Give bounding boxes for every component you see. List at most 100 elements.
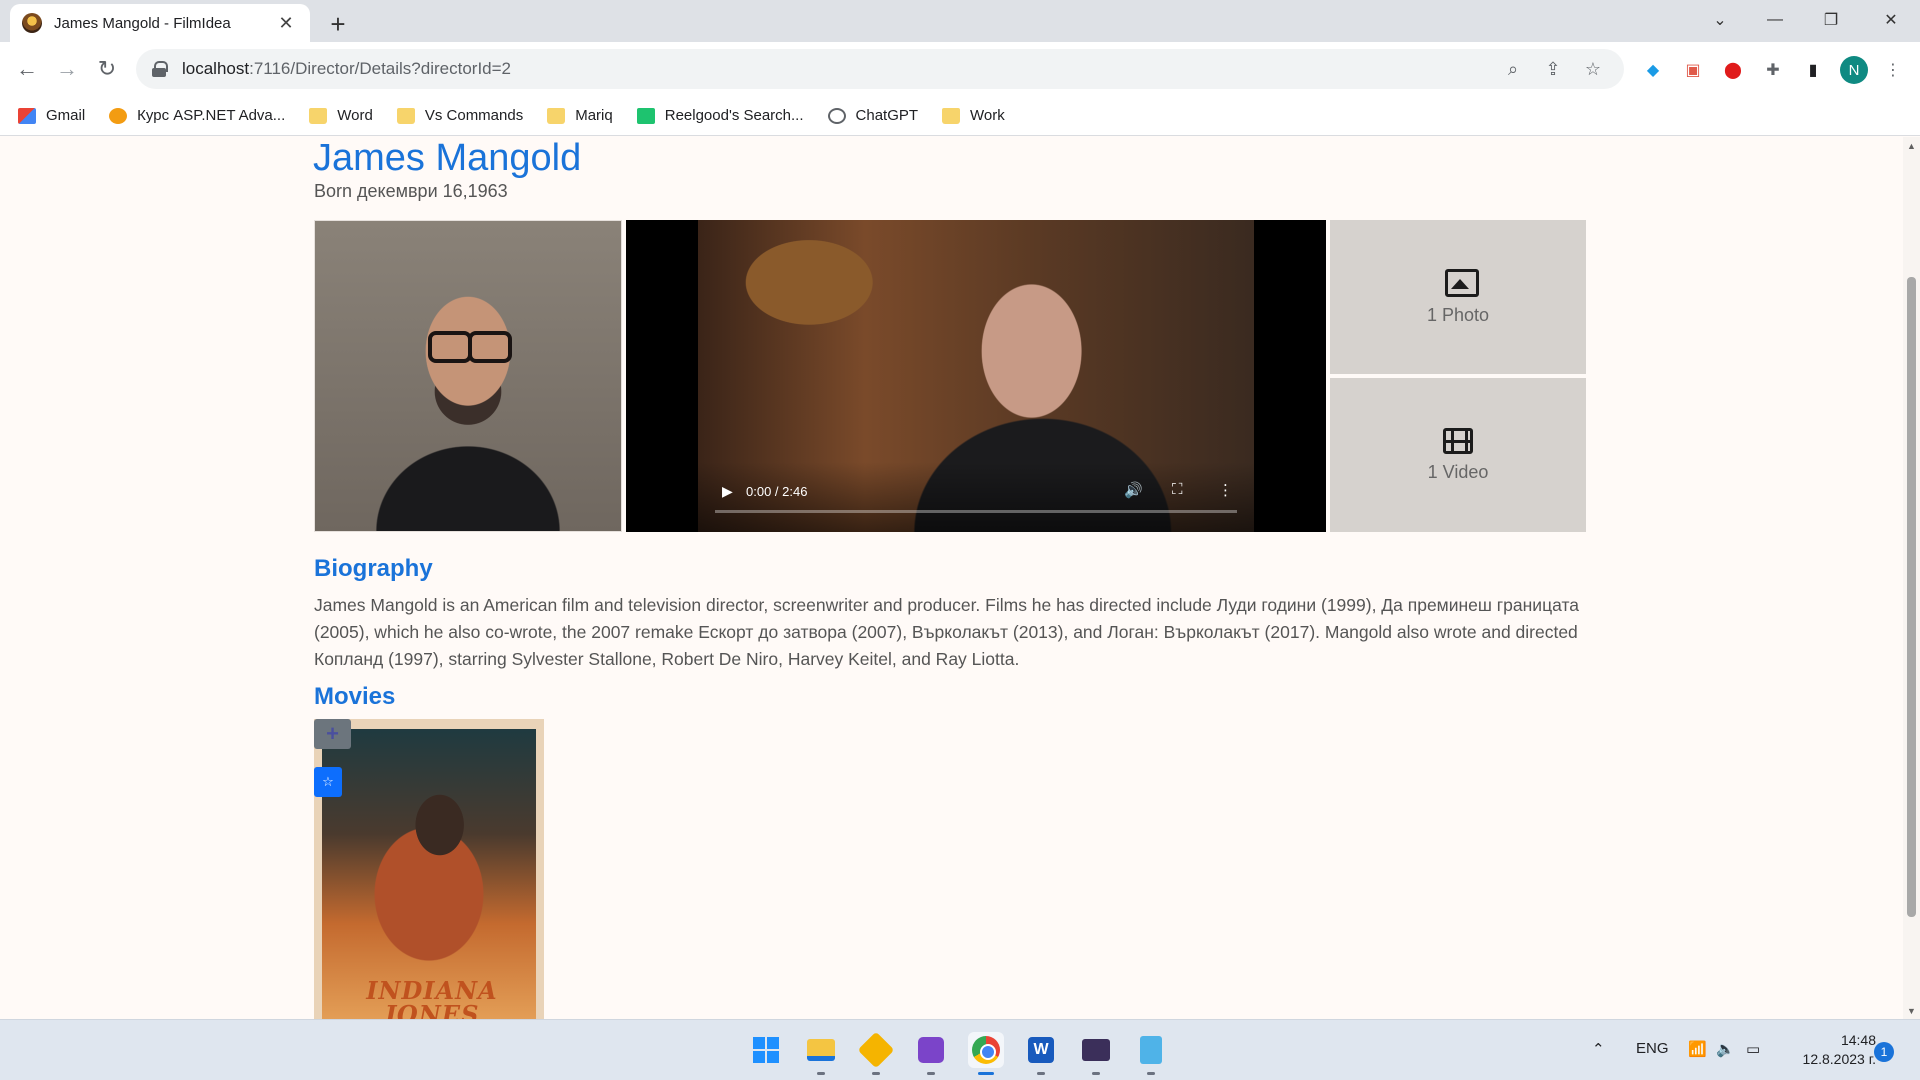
close-window-button[interactable]: ✕	[1868, 0, 1914, 40]
reelgood-icon	[636, 107, 655, 124]
bookmark-vs-commands[interactable]: Vs Commands	[396, 107, 524, 124]
site-favicon-icon	[22, 13, 42, 33]
bookmark-reelgood[interactable]: Reelgood's Search...	[636, 107, 804, 124]
folder-icon	[309, 107, 328, 124]
reload-icon[interactable]: ↻	[90, 52, 124, 86]
windows-logo-icon	[753, 1037, 779, 1063]
bookmarks-bar: Gmail Курс ASP.NET Adva... Word Vs Comma…	[0, 96, 1920, 136]
movies-heading: Movies	[314, 683, 396, 710]
forward-icon[interactable]: →	[50, 52, 84, 86]
videos-count: 1 Video	[1427, 461, 1489, 482]
browser-toolbar: ← → ↻ localhost:7116/Director/Details?di…	[0, 42, 1920, 96]
running-indicator	[978, 1072, 994, 1075]
menu-icon[interactable]: ⋮	[1880, 57, 1906, 83]
input-language[interactable]: ENG	[1636, 1040, 1669, 1057]
folder-icon	[547, 107, 566, 124]
bookmark-mariq[interactable]: Mariq	[547, 107, 613, 124]
star-icon[interactable]: ☆	[1578, 54, 1608, 84]
bookmark-label: Vs Commands	[424, 107, 524, 124]
bookmark-label: Reelgood's Search...	[664, 107, 804, 124]
profile-avatar[interactable]: N	[1840, 56, 1868, 84]
biography-heading: Biography	[314, 555, 433, 582]
tab-search-icon[interactable]: ⌄	[1697, 0, 1743, 40]
extension-opera-icon[interactable]: ⬤	[1720, 57, 1746, 83]
kurs-icon	[109, 107, 128, 124]
photos-count: 1 Photo	[1426, 304, 1490, 325]
extensions-icon[interactable]: ✚	[1760, 57, 1786, 83]
url-text[interactable]: localhost:7116/Director/Details?director…	[182, 59, 1488, 79]
photos-icon	[1441, 268, 1479, 297]
extension-cast-icon[interactable]: ▣	[1680, 57, 1706, 83]
director-birthdate: Born декември 16,1963	[314, 181, 508, 201]
extension-shield-icon[interactable]: ◆	[1640, 57, 1666, 83]
back-icon[interactable]: ←	[10, 52, 44, 86]
lock-icon[interactable]	[152, 61, 168, 77]
battery-icon[interactable]: ▭	[1746, 1040, 1760, 1058]
bookmark-chatgpt[interactable]: ChatGPT	[827, 107, 919, 124]
zoom-icon[interactable]: ⌕	[1498, 54, 1528, 84]
add-to-watchlist-button[interactable]: +	[314, 719, 351, 749]
running-indicator	[817, 1072, 825, 1075]
file-explorer-icon	[807, 1039, 835, 1061]
volume-icon[interactable]: 🔊	[1124, 481, 1143, 499]
close-tab-icon[interactable]: ✕	[274, 11, 298, 35]
browser-tab-active[interactable]: James Mangold - FilmIdea ✕	[10, 4, 310, 42]
word-icon: W	[1028, 1037, 1054, 1063]
video-player[interactable]: ▶ 0:00 / 2:46 🔊 ⛶ ⋮	[626, 220, 1326, 532]
bookmark-label: ChatGPT	[855, 107, 919, 124]
show-hidden-icons-chevron-icon[interactable]: ⌃	[1592, 1040, 1605, 1058]
bookmark-label: Mariq	[575, 107, 613, 124]
taskbar-notepad[interactable]	[1133, 1032, 1169, 1075]
scroll-down-arrow-icon[interactable]: ▼	[1903, 1002, 1920, 1019]
terminal-icon	[1082, 1039, 1110, 1061]
bookmark-word[interactable]: Word	[309, 107, 373, 124]
bookmark-work[interactable]: Work	[942, 107, 1005, 124]
videos-tile[interactable]: 1 Video	[1330, 378, 1586, 532]
new-tab-button[interactable]: +	[322, 8, 354, 40]
page-scrollbar[interactable]: ▲ ▼	[1903, 137, 1920, 1019]
favorite-star-button[interactable]: ☆	[314, 767, 342, 797]
url-host: localhost	[182, 59, 250, 78]
film-icon	[1443, 427, 1473, 454]
minimize-button[interactable]: —	[1752, 0, 1798, 40]
excel-icon	[857, 1031, 895, 1069]
bookmark-kurs[interactable]: Курс ASP.NET Adva...	[109, 107, 285, 124]
folder-icon	[942, 107, 961, 124]
taskbar-chrome[interactable]	[968, 1032, 1004, 1075]
share-icon[interactable]: ⇪	[1538, 54, 1568, 84]
taskbar-excel[interactable]	[857, 1031, 895, 1075]
system-clock[interactable]: 14:48 12.8.2023 г.	[1786, 1031, 1876, 1069]
bookmark-gmail[interactable]: Gmail	[18, 107, 85, 124]
wifi-icon[interactable]: 📶	[1688, 1040, 1707, 1058]
address-bar[interactable]: localhost:7116/Director/Details?director…	[136, 49, 1624, 89]
taskbar-word[interactable]: W	[1023, 1032, 1059, 1075]
clock-date: 12.8.2023 г.	[1802, 1051, 1876, 1067]
sidepanel-icon[interactable]: ▮	[1800, 57, 1826, 83]
taskbar-terminal[interactable]	[1078, 1032, 1114, 1075]
gmail-icon	[18, 107, 36, 124]
movie-card[interactable]: INDIANA JONES	[314, 719, 544, 1019]
fullscreen-icon[interactable]: ⛶	[1172, 481, 1183, 498]
play-icon[interactable]: ▶	[722, 483, 733, 500]
restore-button[interactable]: ❐	[1808, 0, 1854, 40]
movie-poster[interactable]: INDIANA JONES	[322, 729, 536, 1019]
taskbar-file-explorer[interactable]	[803, 1032, 839, 1075]
photos-tile[interactable]: 1 Photo	[1330, 220, 1586, 374]
taskbar-visual-studio[interactable]	[913, 1032, 949, 1075]
clock-time: 14:48	[1840, 1032, 1876, 1048]
running-indicator	[1147, 1072, 1155, 1075]
poster-title: INDIANA JONES	[366, 976, 498, 1020]
start-button[interactable]	[748, 1032, 784, 1068]
folder-icon	[396, 107, 415, 124]
windows-taskbar: W ⌃ ENG 📶 🔈 ▭ 14:48 12.8.2023 г. 1	[0, 1019, 1920, 1080]
volume-icon[interactable]: 🔈	[1716, 1040, 1735, 1058]
scroll-up-arrow-icon[interactable]: ▲	[1903, 137, 1920, 154]
page-viewport: James Mangold Born декември 16,1963 ▶ 0:…	[0, 137, 1920, 1019]
video-time: 0:00 / 2:46	[746, 484, 808, 499]
video-progress-bar[interactable]	[715, 510, 1237, 513]
more-options-icon[interactable]: ⋮	[1218, 481, 1233, 499]
tab-title: James Mangold - FilmIdea	[54, 14, 231, 32]
scrollbar-thumb[interactable]	[1907, 277, 1916, 917]
notification-badge[interactable]: 1	[1874, 1042, 1894, 1062]
bookmark-label: Work	[970, 107, 1005, 124]
